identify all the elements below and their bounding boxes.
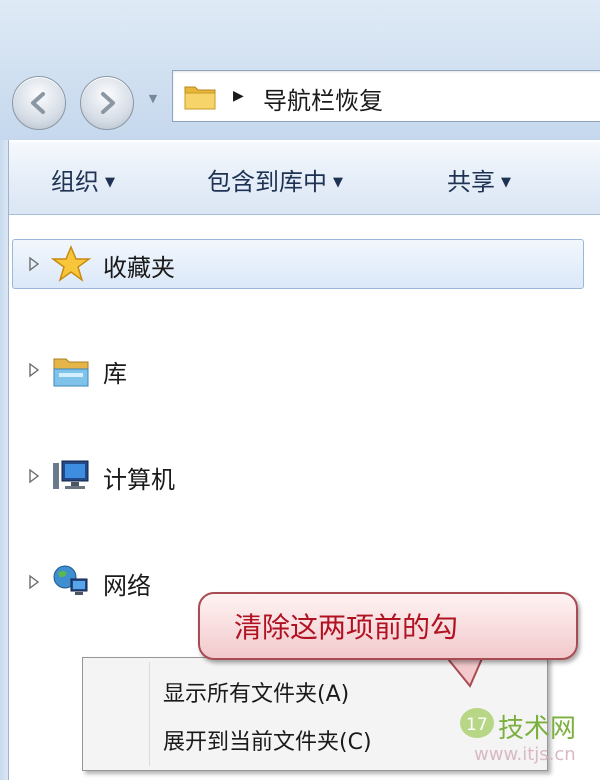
expand-arrow-icon[interactable] xyxy=(27,255,41,273)
expand-arrow-icon[interactable] xyxy=(27,467,41,485)
menu-gutter-divider xyxy=(149,662,150,766)
watermark: 17 技术网 www.itjs.cn xyxy=(452,700,600,780)
breadcrumb-current-folder[interactable]: 导航栏恢复 xyxy=(263,81,383,116)
window-left-border xyxy=(0,140,9,780)
computer-icon xyxy=(53,460,89,489)
network-icon xyxy=(53,565,88,595)
recent-pages-chevron-icon[interactable]: ▼ xyxy=(146,92,160,106)
selection-highlight xyxy=(12,239,584,289)
organize-label: 组织 xyxy=(51,168,99,196)
callout-text: 清除这两项前的勾 xyxy=(234,611,459,644)
annotation-callout: 清除这两项前的勾 xyxy=(198,592,578,660)
back-button[interactable] xyxy=(12,76,66,130)
address-bar[interactable]: ▶ 导航栏恢复 xyxy=(172,70,600,122)
nav-item-label: 计算机 xyxy=(103,466,175,494)
share-menu-button[interactable]: 共享 ▼ xyxy=(447,162,511,197)
include-in-library-button[interactable]: 包含到库中 ▼ xyxy=(207,162,343,197)
organize-menu-button[interactable]: 组织 ▼ xyxy=(51,162,115,197)
nav-item-label: 库 xyxy=(103,360,127,388)
library-icon xyxy=(53,358,89,387)
dropdown-caret-icon: ▼ xyxy=(333,175,343,190)
star-icon xyxy=(51,245,91,282)
nav-item-label: 收藏夹 xyxy=(103,254,175,282)
command-bar: 组织 ▼ 包含到库中 ▼ 共享 ▼ xyxy=(9,142,600,215)
dropdown-caret-icon: ▼ xyxy=(501,175,511,190)
svg-text:17: 17 xyxy=(466,715,488,735)
include-in-library-label: 包含到库中 xyxy=(207,168,327,196)
expand-arrow-icon[interactable] xyxy=(27,361,41,379)
nav-item-label: 网络 xyxy=(103,572,151,600)
forward-arrow-icon xyxy=(101,92,115,114)
share-label: 共享 xyxy=(447,168,495,196)
breadcrumb-separator-icon[interactable]: ▶ xyxy=(233,88,244,104)
folder-icon xyxy=(184,86,216,110)
back-arrow-icon xyxy=(31,92,45,114)
watermark-logo-icon: 17 xyxy=(460,708,494,738)
watermark-brand: 技术网 xyxy=(498,714,577,744)
dropdown-caret-icon: ▼ xyxy=(105,175,115,190)
menu-item-expand-to-current-folder[interactable]: 展开到当前文件夹(C) xyxy=(163,724,372,756)
expand-arrow-icon[interactable] xyxy=(27,573,41,591)
forward-button[interactable] xyxy=(80,76,134,130)
menu-item-show-all-folders[interactable]: 显示所有文件夹(A) xyxy=(163,676,349,708)
watermark-url: www.itjs.cn xyxy=(474,744,576,765)
